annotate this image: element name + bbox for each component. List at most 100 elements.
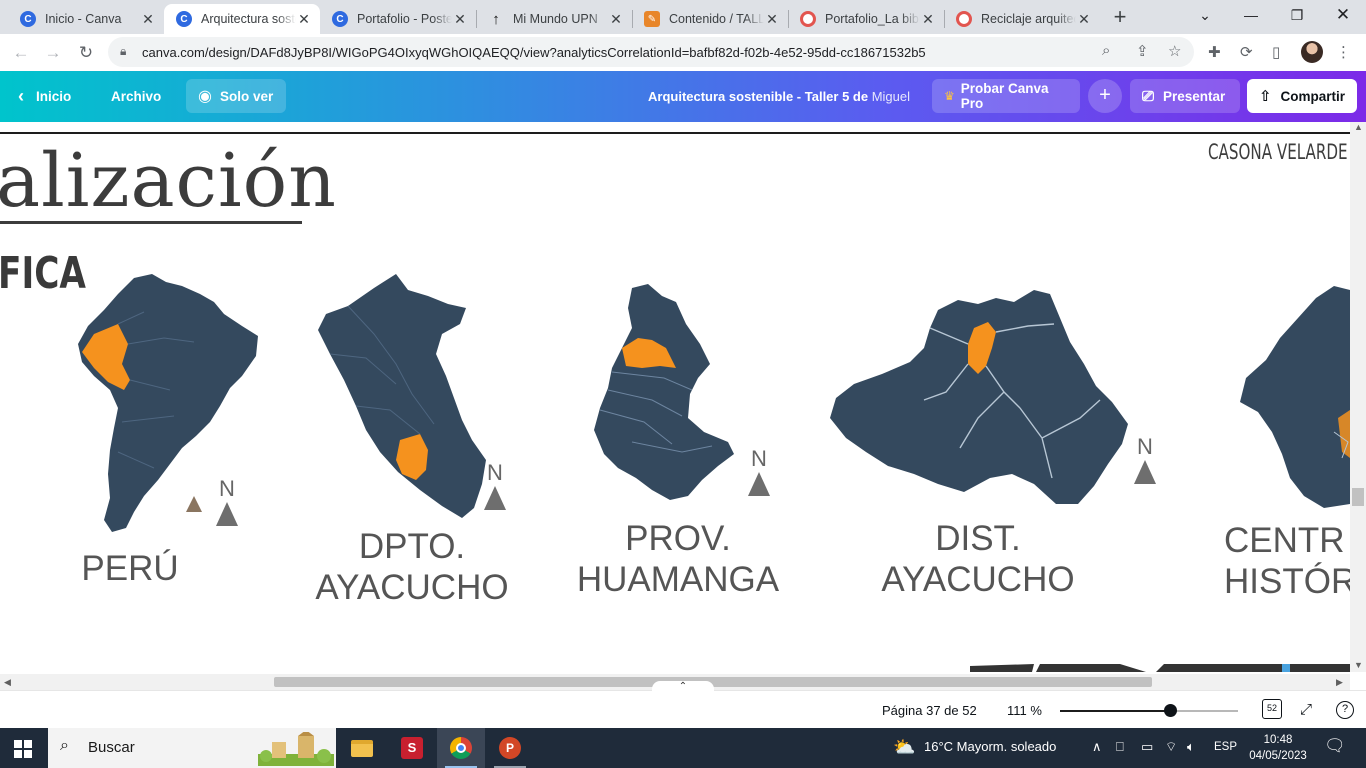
corner-heading: CASONA VELARDE ÁL [1208, 140, 1350, 164]
close-icon[interactable]: ✕ [140, 11, 156, 28]
tab-mi-mundo-upn[interactable]: ↑ Mi Mundo UPN ✕ [476, 4, 632, 34]
minimize-button[interactable]: — [1228, 0, 1274, 30]
tab-search-button[interactable]: ⌄ [1182, 0, 1228, 30]
clock[interactable]: 10:48 04/05/2023 [1248, 732, 1308, 764]
zoom-slider-knob[interactable] [1164, 704, 1178, 717]
forward-icon[interactable]: → [42, 42, 64, 64]
scroll-down-icon[interactable]: ▼ [1354, 660, 1363, 670]
present-button[interactable]: ⎚ Presentar [1130, 79, 1240, 113]
tab-portafolio-poster[interactable]: C Portafolio - Poster ✕ [320, 4, 476, 34]
notification-icon[interactable]: 🗨︎ [1324, 736, 1346, 756]
share-page-icon[interactable]: ⇪ [1136, 42, 1149, 60]
zoom-level[interactable]: 111 % [1007, 703, 1042, 718]
share-button[interactable]: ⇧ Compartir [1247, 79, 1357, 113]
present-icon: ⎚ [1142, 87, 1155, 105]
clock-time: 10:48 [1263, 734, 1293, 746]
try-canva-pro-button[interactable]: ♛ Probar Canva Pro [932, 79, 1080, 113]
target-icon [800, 11, 816, 27]
scroll-right-icon[interactable]: ▶ [1336, 677, 1343, 688]
collapse-pages-button[interactable]: ⌃ [652, 681, 714, 695]
language-indicator[interactable]: ESP [1214, 741, 1237, 753]
fullscreen-icon[interactable]: ⤢ [1300, 701, 1312, 718]
extensions-icon[interactable]: ✚ [1208, 43, 1221, 61]
present-label: Presentar [1163, 88, 1226, 104]
powerpoint-icon: P [499, 737, 521, 759]
tab-title: Portafolio - Poster [357, 12, 452, 26]
upn-icon: ↑ [492, 10, 500, 28]
tab-title: Contenido / TALLER [669, 12, 764, 26]
powerpoint-app[interactable]: P [486, 728, 534, 768]
windows-start-icon[interactable] [14, 740, 32, 758]
scroll-up-icon[interactable]: ▲ [1354, 122, 1363, 132]
canva-toolbar: ‹ Inicio Archivo ◉ Solo ver Arquitectura… [0, 71, 1366, 122]
tab-title: Portafolio_La biblioteca [825, 12, 920, 26]
help-icon[interactable]: ? [1336, 701, 1354, 719]
reload-icon[interactable]: ↻ [75, 42, 97, 64]
north-arrow-icon: N [748, 448, 770, 496]
scrollbar-thumb[interactable] [1352, 488, 1364, 506]
url-text[interactable]: canva.com/design/DAFd8JyBP8I/WIGoPG4OIxy… [142, 45, 926, 60]
map-label-dpto-ayacucho: DPTO. AYACUCHO [315, 527, 509, 607]
huamanga-province-map [594, 284, 734, 500]
meet-now-icon[interactable]: ⎕ [1116, 739, 1124, 755]
restore-button[interactable]: ❐ [1274, 0, 1320, 30]
tab-portafolio-biblioteca[interactable]: Portafolio_La biblioteca ✕ [788, 4, 944, 34]
close-icon[interactable]: ✕ [452, 11, 468, 28]
home-label: Inicio [36, 89, 72, 104]
canva-icon: C [20, 11, 36, 27]
vertical-scrollbar[interactable]: ▲ ▼ [1350, 122, 1366, 672]
weather-text[interactable]: 16°C Mayorm. soleado [924, 739, 1056, 754]
zoom-slider[interactable] [1060, 704, 1238, 717]
close-window-button[interactable]: ✕ [1320, 0, 1366, 30]
try-canva-pro-label: Probar Canva Pro [960, 81, 1049, 111]
close-icon[interactable]: ✕ [920, 11, 936, 28]
side-panel-icon[interactable]: ▯ [1272, 43, 1280, 61]
crown-icon: ♛ [944, 89, 955, 103]
add-button[interactable]: + [1088, 79, 1122, 113]
taskbar-search-box[interactable]: ⌕ Buscar [48, 728, 336, 768]
page-indicator: Página 37 de 52 [882, 703, 977, 718]
tab-inicio-canva[interactable]: C Inicio - Canva ✕ [8, 4, 164, 34]
file-menu-button[interactable]: Archivo [111, 71, 161, 122]
scroll-left-icon[interactable]: ◀ [4, 677, 11, 688]
profile-avatar[interactable] [1301, 41, 1323, 63]
close-icon[interactable]: ✕ [764, 11, 780, 28]
tab-reciclaje-arquitectonico[interactable]: Reciclaje arquitectónico ✕ [944, 4, 1100, 34]
view-only-label: Solo ver [219, 88, 274, 104]
search-placeholder: Buscar [88, 739, 135, 756]
map-label-peru: PERÚ [81, 549, 179, 588]
document-title-text: Arquitectura sostenible - Taller 5 de [648, 89, 869, 104]
tab-contenido-taller[interactable]: ✎ Contenido / TALLER ✕ [632, 4, 788, 34]
sync-icon[interactable]: ⟳ [1240, 43, 1253, 61]
tab-title: Mi Mundo UPN [513, 12, 598, 26]
omnibox[interactable]: 🔒︎ canva.com/design/DAFd8JyBP8I/WIGoPG4O… [108, 37, 1194, 67]
tab-arquitectura-sostenible[interactable]: C Arquitectura sostenible ✕ [164, 4, 320, 34]
file-explorer-app[interactable] [338, 728, 386, 768]
new-tab-button[interactable]: + [1108, 6, 1132, 30]
sketchup-icon: S [401, 737, 423, 759]
zoom-icon[interactable]: ⌕ [1102, 42, 1110, 59]
volume-icon[interactable]: 🔈︎ [1187, 739, 1195, 755]
historic-center-map [1240, 286, 1350, 508]
show-hidden-icons[interactable]: ∧ [1092, 739, 1102, 755]
design-canvas[interactable]: alización FICA CASONA VELARDE ÁL N PERÚ … [0, 122, 1350, 672]
tab-title: Arquitectura sostenible [201, 12, 296, 26]
upload-icon: ⇧ [1258, 88, 1272, 105]
view-only-button[interactable]: ◉ Solo ver [186, 79, 286, 113]
ayacucho-district-map [830, 290, 1128, 504]
sketchup-app[interactable]: S [388, 728, 436, 768]
back-icon[interactable]: ← [10, 42, 32, 64]
bookmark-star-icon[interactable]: ☆ [1168, 42, 1181, 60]
lock-icon: 🔒︎ [120, 44, 127, 58]
document-title: Arquitectura sostenible - Taller 5 de Mi… [648, 71, 910, 122]
close-icon[interactable]: ✕ [296, 11, 312, 28]
menu-icon[interactable]: ⋮ [1336, 43, 1351, 61]
page-grid-button[interactable]: 52 [1262, 699, 1282, 719]
home-button[interactable]: ‹ Inicio [18, 71, 71, 122]
close-icon[interactable]: ✕ [608, 11, 624, 28]
close-icon[interactable]: ✕ [1076, 11, 1092, 28]
wifi-icon[interactable]: ⌔ [1165, 739, 1177, 755]
battery-icon[interactable]: ▭ [1141, 739, 1153, 755]
chrome-app[interactable] [437, 728, 485, 768]
share-label: Compartir [1280, 88, 1346, 104]
